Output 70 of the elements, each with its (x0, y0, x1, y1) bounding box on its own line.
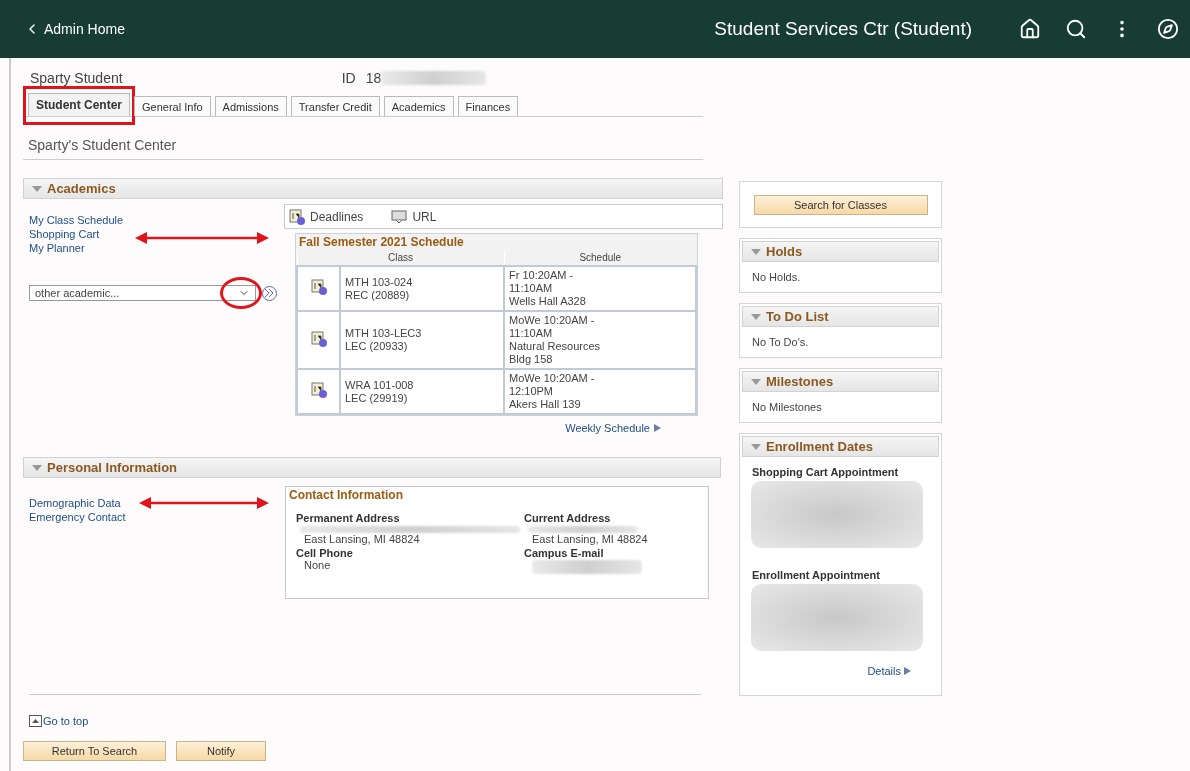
collapse-triangle-icon[interactable] (751, 312, 761, 321)
table-cell: WRA 101-008 LEC (29919) (340, 369, 504, 414)
page-header-title: Student Services Ctr (Student) (714, 18, 972, 40)
field-label: Campus E-mail (524, 547, 605, 559)
link[interactable]: Shopping Cart (29, 227, 100, 241)
table-cell: MoWe 10:20AM - 12:10PM Akers Hall 139 (504, 369, 696, 414)
home-icon[interactable] (1018, 17, 1042, 41)
tab[interactable]: Transfer Credit (290, 96, 380, 116)
back-link[interactable]: Admin Home (24, 21, 125, 37)
collapse-triangle-icon[interactable] (751, 442, 761, 451)
table-cell: Fr 10:20AM - 11:10AM Wells Hall A328 (504, 266, 696, 311)
field-label: Cell Phone (296, 547, 354, 559)
calendar-info-icon (310, 330, 327, 347)
compass-icon[interactable] (1156, 17, 1180, 41)
toolbar-link[interactable]: URL (391, 209, 437, 224)
calendar-info-icon (310, 279, 327, 295)
page-title: Sparty's Student Center (23, 133, 703, 160)
tab[interactable]: Admissions (214, 96, 287, 116)
play-icon (904, 667, 911, 675)
search-icon[interactable] (1064, 17, 1088, 41)
panel-text: No To Do's. (751, 335, 810, 350)
details-link[interactable]: Details (867, 665, 911, 677)
panel-title: Holds (766, 244, 803, 259)
link[interactable]: Demographic Data (29, 496, 121, 510)
tab[interactable]: General Info (134, 96, 211, 116)
field-value: None (303, 559, 332, 571)
table-cell: MTH 103-024 REC (20889) (340, 266, 504, 311)
tab[interactable]: Student Center (28, 93, 130, 116)
highlight-circle (220, 277, 262, 309)
id-value: 18 (365, 70, 382, 86)
link[interactable]: Emergency Contact (29, 510, 126, 524)
section-title: Personal Information (47, 460, 178, 475)
calendar-info-icon (310, 382, 327, 398)
field-value: East Lansing, MI 48824 (303, 533, 421, 545)
collapse-triangle-icon[interactable] (751, 377, 761, 386)
panel-title: Milestones (766, 374, 834, 389)
panel-title: Enrollment Dates (766, 439, 873, 454)
search-classes-button[interactable]: Search for Classes (753, 194, 928, 215)
field-label: Current Address (524, 512, 612, 524)
field-value: East Lansing, MI 48824 (531, 533, 649, 545)
student-name: Sparty Student (30, 70, 123, 86)
select-field[interactable]: other academic... (29, 285, 256, 301)
arrow-up-icon (29, 715, 42, 727)
link[interactable]: My Class Schedule (29, 213, 124, 227)
url-icon (391, 209, 408, 224)
action-button[interactable]: Return To Search (23, 741, 166, 761)
appointment-label: Shopping Cart Appointment (751, 465, 900, 478)
table-cell: MoWe 10:20AM - 11:10AM Natural Resources Bldg 158 (504, 311, 696, 369)
collapse-triangle-icon[interactable] (751, 247, 761, 256)
panel-title: To Do List (766, 309, 829, 324)
tab[interactable]: Finances (457, 96, 519, 116)
contact-title: Contact Information (289, 488, 404, 502)
go-to-top-link[interactable]: Go to top (29, 715, 89, 727)
appointment-label: Enrollment Appointment (751, 568, 881, 581)
weekly-schedule-link[interactable]: Weekly Schedule (565, 422, 661, 434)
schedule-title: Fall Semester 2021 Schedule (298, 234, 465, 250)
toolbar-link[interactable]: Deadlines (289, 208, 364, 225)
calendar-info-icon (289, 208, 305, 225)
section-title: Academics (47, 181, 116, 196)
collapse-triangle-icon[interactable] (32, 463, 42, 472)
field-label: Permanent Address (296, 512, 401, 524)
action-button[interactable]: Notify (176, 741, 266, 761)
id-label: ID (341, 70, 356, 86)
play-icon (654, 424, 661, 432)
table-cell: MTH 103-LEC3 LEC (20933) (340, 311, 504, 369)
link[interactable]: My Planner (29, 241, 85, 255)
tab[interactable]: Academics (383, 96, 454, 116)
collapse-triangle-icon[interactable] (32, 184, 42, 193)
panel-text: No Holds. (751, 270, 802, 285)
panel-text: No Milestones (751, 400, 823, 415)
